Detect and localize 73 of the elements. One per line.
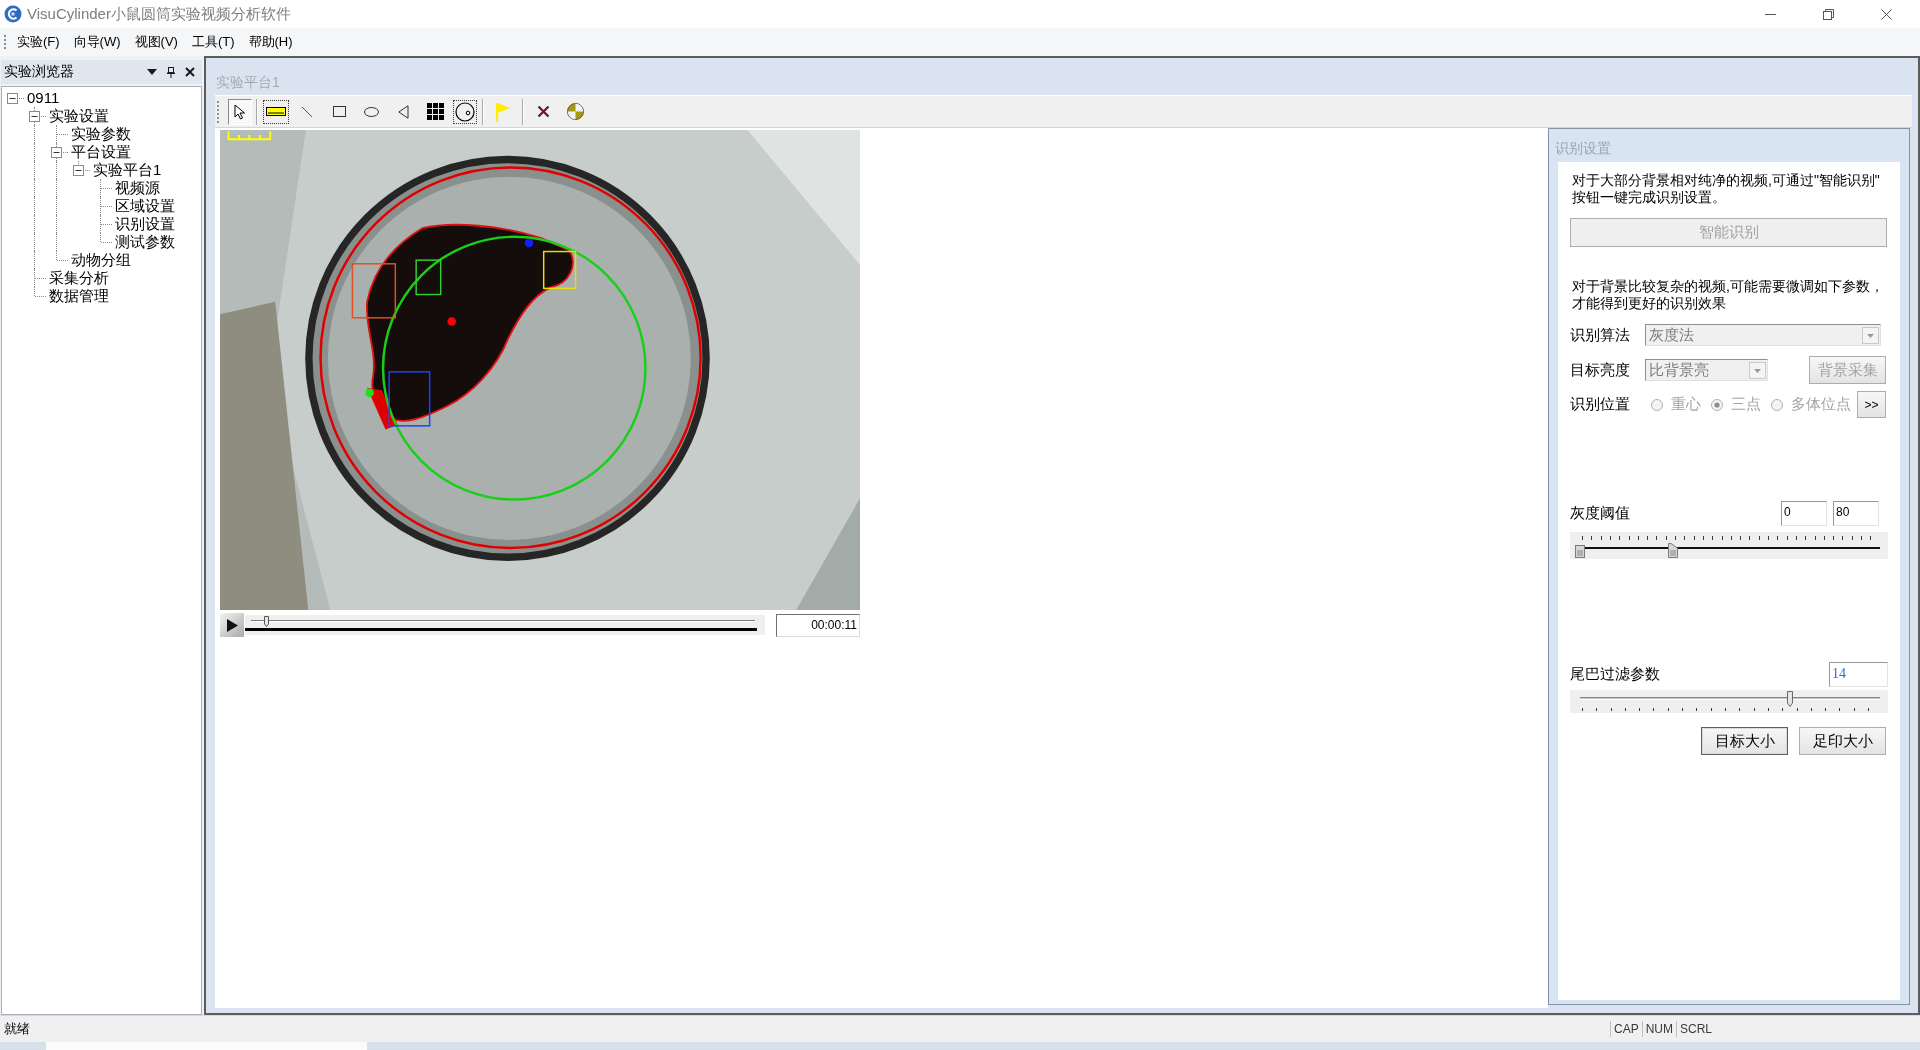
window-title: VisuCylinder小鼠圆筒实验视频分析软件 [27,4,291,24]
menu-item[interactable]: 帮助(H) [241,31,300,53]
status-text: 就绪 [3,1020,30,1038]
min-value-field[interactable]: 0 [1781,501,1827,526]
tree-item[interactable]: 数据管理 [48,287,110,305]
key-indicator: NUM [1641,1021,1676,1037]
pointer-icon [234,103,246,120]
tree-item[interactable]: 识别设置 [114,215,176,233]
cross-icon [536,105,550,118]
quartered-circle-icon [566,103,584,120]
play-button[interactable] [220,613,244,637]
tree-item[interactable]: 视频源 [114,179,161,197]
tree-item[interactable]: 动物分组 [70,251,132,269]
polygon-icon [397,104,409,119]
tree-item[interactable]: 实验参数 [70,125,132,143]
tree-item[interactable]: 测试参数 [114,233,176,251]
collapse-icon[interactable] [73,164,84,176]
tool-button[interactable] [452,98,478,125]
timeline-slider[interactable] [245,615,765,635]
menu-item[interactable]: 向导(W) [66,31,128,53]
tool-button[interactable] [262,98,290,125]
slider-thumb[interactable] [1575,545,1585,558]
field-label: 识别位置 [1570,395,1631,414]
triangle-down-icon [146,69,157,75]
field-label: 灰度阈值 [1570,504,1630,523]
slider-thumb[interactable] [1668,543,1678,558]
menu-item[interactable]: 视图(V) [127,31,185,53]
key-indicator: SCRL [1676,1021,1715,1037]
menu-item[interactable]: 实验(F) [10,31,67,53]
field-label: 目标亮度 [1570,360,1631,380]
slider-thumb[interactable] [264,616,270,627]
tree-item[interactable]: 采集分析 [48,269,110,287]
ruler-icon [266,107,286,116]
action-button[interactable]: 足印大小 [1799,727,1886,755]
field-label: 识别算法 [1570,325,1631,345]
ellipse-icon [363,106,379,117]
dock-title: 实验浏览器 [4,63,75,81]
tree-item[interactable]: 0911 [26,89,61,107]
threshold-slider[interactable] [1570,532,1888,559]
document-title: 实验平台1 [215,73,281,92]
collapse-icon[interactable] [29,110,40,122]
tool-button[interactable] [228,98,252,125]
field-label: 尾巴过滤参数 [1570,665,1660,684]
menu-item[interactable]: 工具(T) [184,31,242,53]
collapse-icon[interactable] [51,146,62,158]
advice-text: 对于背景比较复杂的视频,可能需要微调如下参数， 才能得到更好的识别效果 [1571,278,1885,312]
tree-item[interactable]: 平台设置 [70,143,132,161]
rectangle-icon [332,106,346,117]
value-field[interactable]: 14 [1829,662,1888,687]
tree-item[interactable]: 区域设置 [114,197,176,215]
collapse-icon[interactable] [7,92,18,104]
max-value-field[interactable]: 80 [1833,501,1879,526]
tree-item[interactable]: 实验设置 [48,107,110,125]
panel-title: 识别设置 [1554,139,1612,158]
circle-dot-icon [455,101,475,122]
minimize-icon [1764,13,1776,15]
flag-icon [496,101,510,122]
line-icon [301,105,313,118]
time-field[interactable]: 00:00:11 [776,613,860,637]
pin-icon [166,66,175,78]
more-button[interactable]: >> [1857,391,1886,418]
app-logo-icon [4,5,22,23]
play-icon [226,618,238,632]
slider-thumb[interactable] [1787,691,1793,707]
key-indicator: CAP [1609,1021,1642,1037]
close-icon [1880,8,1892,20]
grid-icon [426,103,444,120]
action-button[interactable]: 目标大小 [1701,727,1788,755]
intro-text: 对于大部分背景相对纯净的视频,可通过"智能识别" 按钮一键完成识别设置。 [1571,172,1881,206]
tree-item[interactable]: 实验平台1 [92,161,163,179]
close-icon [184,67,195,77]
restore-icon [1822,8,1834,20]
tail-filter-slider[interactable] [1570,690,1888,713]
